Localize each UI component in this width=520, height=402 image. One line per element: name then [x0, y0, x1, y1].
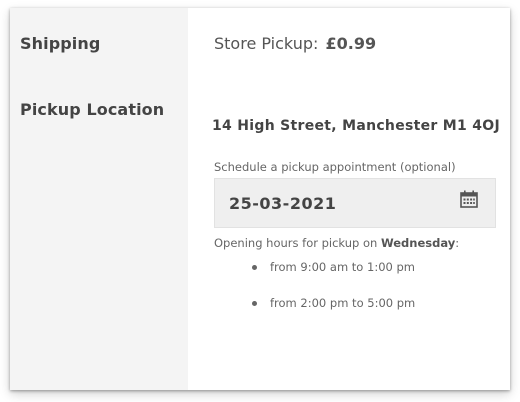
shipping-label: Shipping [20, 34, 101, 53]
shipping-price: £0.99 [325, 34, 377, 53]
opening-hours-list: from 9:00 am to 1:00 pm from 2:00 pm to … [252, 260, 415, 332]
hours-slot-text: from 9:00 am to 1:00 pm [270, 260, 415, 274]
pickup-location-label: Pickup Location [20, 100, 165, 119]
hours-slot-text: from 2:00 pm to 5:00 pm [270, 296, 416, 310]
list-item: from 9:00 am to 1:00 pm [252, 260, 415, 280]
calendar-icon[interactable] [459, 189, 479, 209]
shipping-method: Store Pickup: [214, 34, 319, 53]
opening-hours-prefix: Opening hours for pickup on [214, 236, 381, 250]
values-column: Store Pickup: £0.99 14 High Street, Manc… [188, 8, 510, 390]
schedule-label: Schedule a pickup appointment (optional) [214, 160, 456, 174]
bullet-icon [252, 301, 257, 306]
labels-column: Shipping Pickup Location [10, 8, 188, 390]
checkout-card: Shipping Pickup Location Store Pickup: £… [10, 8, 510, 390]
pickup-date-value: 25-03-2021 [229, 194, 337, 213]
pickup-address: 14 High Street, Manchester M1 4OJ [212, 118, 500, 134]
list-item: from 2:00 pm to 5:00 pm [252, 296, 415, 316]
opening-hours-label: Opening hours for pickup on Wednesday: [214, 236, 459, 250]
pickup-date-field[interactable]: 25-03-2021 [214, 178, 496, 228]
shipping-value: Store Pickup: £0.99 [214, 34, 376, 53]
opening-hours-day: Wednesday [380, 236, 456, 250]
opening-hours-suffix: : [455, 236, 460, 250]
bullet-icon [252, 265, 257, 270]
